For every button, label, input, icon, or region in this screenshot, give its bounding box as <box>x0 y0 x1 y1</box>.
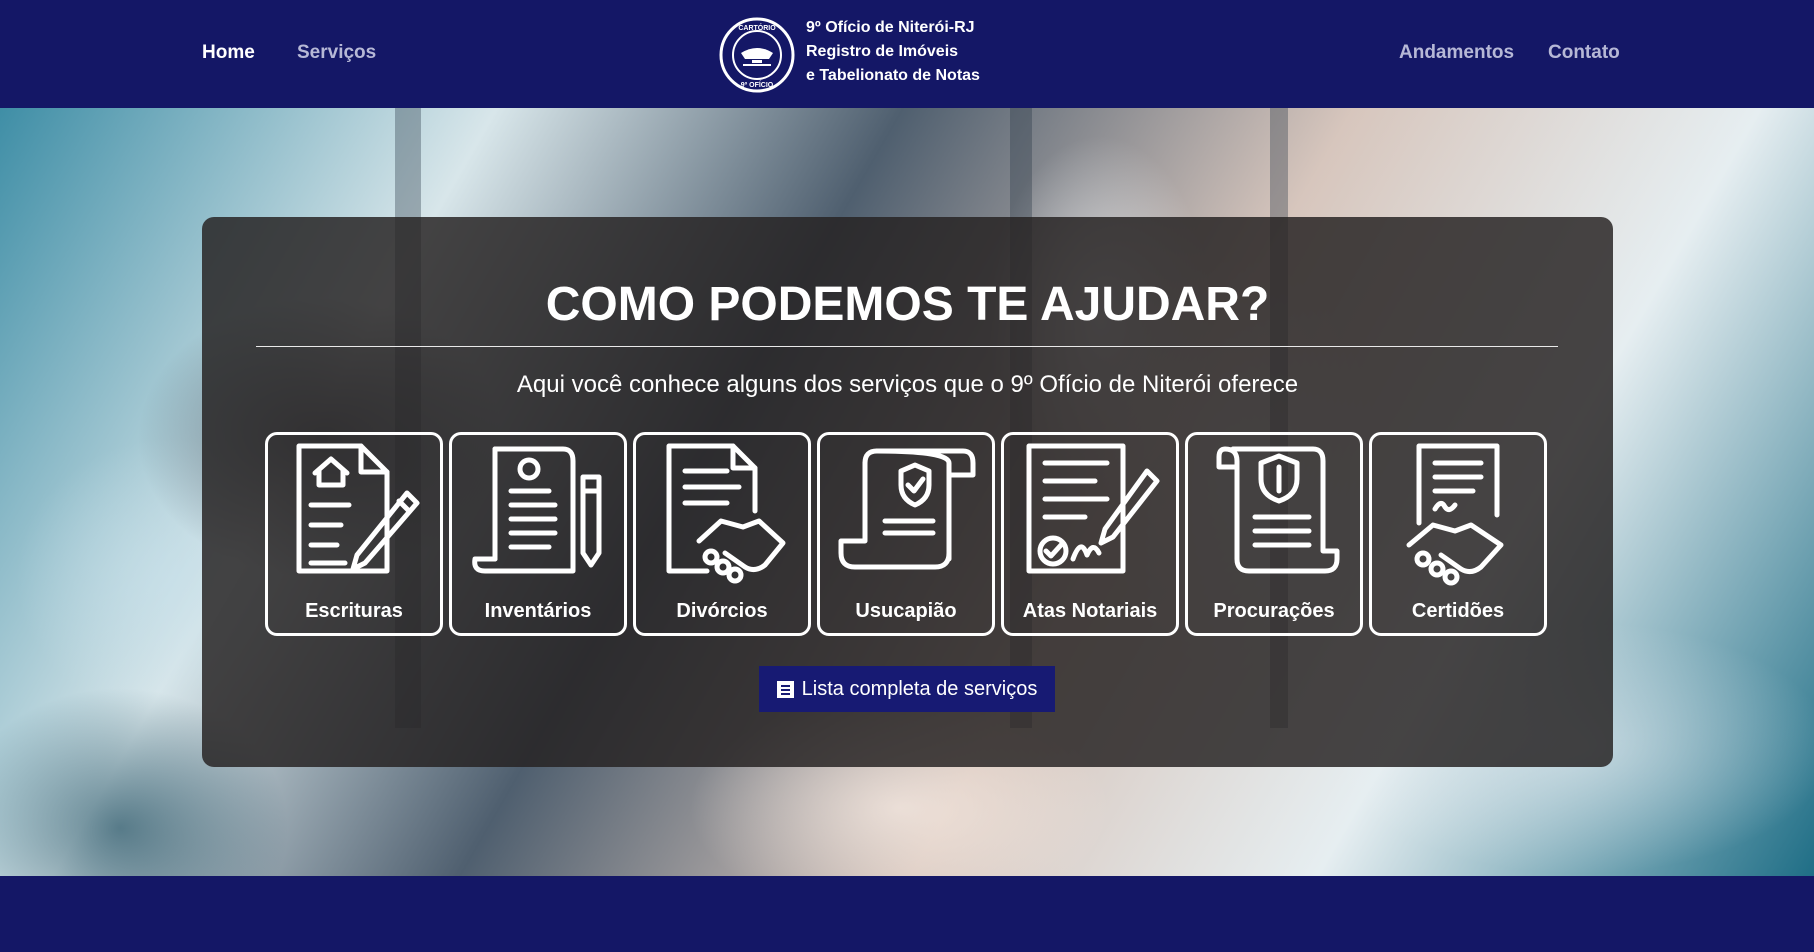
document-check-pen-icon <box>1026 443 1160 574</box>
nav-services-link[interactable]: Serviços <box>297 42 376 64</box>
hero-section: COMO PODEMOS TE AJUDAR? Aqui você conhec… <box>0 108 1814 876</box>
brand-name[interactable]: 9º Ofício de Niterói-RJ Registro de Imóv… <box>806 16 980 88</box>
logo-top-text: CARTÓRIO <box>738 23 776 32</box>
full-services-list-button[interactable]: Lista completa de serviços <box>759 666 1055 712</box>
nav-andamentos-link[interactable]: Andamentos <box>1399 42 1514 64</box>
service-label: Inventários <box>484 600 592 622</box>
service-card-escrituras[interactable]: Escrituras <box>265 432 443 636</box>
service-label: Atas Notariais <box>1022 600 1158 622</box>
nav-contato-link[interactable]: Contato <box>1548 42 1620 64</box>
scroll-shield-icon <box>838 448 976 570</box>
service-label: Certidões <box>1411 600 1505 622</box>
service-label: Divórcios <box>676 600 768 622</box>
service-card-divorcios[interactable]: Divórcios <box>633 432 811 636</box>
service-card-certidoes[interactable]: Certidões <box>1369 432 1547 636</box>
footer-band <box>0 876 1814 952</box>
scroll-list-pen-icon <box>472 446 602 574</box>
service-label: Usucapião <box>855 600 957 622</box>
brand-line-3: e Tabelionato de Notas <box>806 67 980 84</box>
service-label: Escrituras <box>305 600 403 622</box>
panel-subtitle: Aqui você conhece alguns dos serviços qu… <box>516 371 1299 398</box>
service-card-inventarios[interactable]: Inventários <box>449 432 627 636</box>
service-card-usucapiao[interactable]: Usucapião <box>817 432 995 636</box>
scroll-shield-lines-icon <box>1216 446 1340 574</box>
top-navbar: Home Serviços CARTÓRIO 9º OFÍCIO 9º Ofíc… <box>0 0 1814 108</box>
brand-line-2: Registro de Imóveis <box>806 43 959 60</box>
title-divider <box>256 346 1558 347</box>
service-label: Procurações <box>1213 600 1335 622</box>
nav-home-link[interactable]: Home <box>202 42 255 64</box>
cartorio-logo[interactable]: CARTÓRIO 9º OFÍCIO <box>719 17 795 93</box>
logo-bottom-text: 9º OFÍCIO <box>741 80 774 89</box>
service-card-atas-notariais[interactable]: Atas Notariais <box>1001 432 1179 636</box>
document-handshake-icon <box>666 443 786 584</box>
panel-title: COMO PODEMOS TE AJUDAR? <box>545 278 1270 331</box>
document-house-pen-icon <box>296 443 420 574</box>
list-button-label: Lista completa de serviços <box>801 677 1038 700</box>
brand-line-1: 9º Ofício de Niterói-RJ <box>806 19 975 36</box>
list-icon <box>776 680 794 698</box>
document-signature-handshake-icon <box>1406 443 1504 586</box>
service-card-procuracoes[interactable]: Procurações <box>1185 432 1363 636</box>
